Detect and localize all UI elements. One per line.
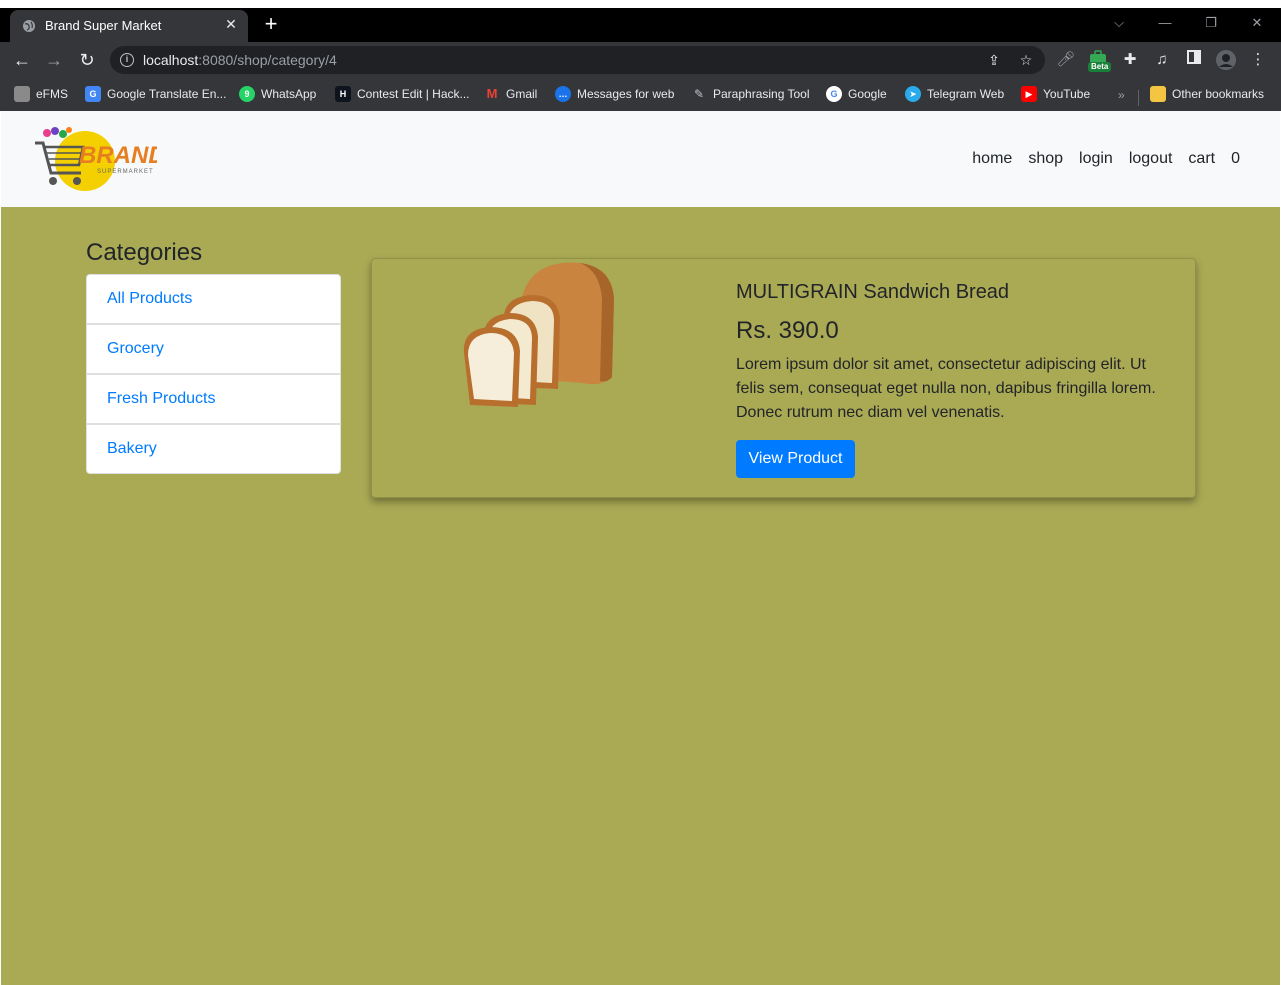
product-price: Rs. 390.0 xyxy=(736,317,839,344)
view-product-button[interactable]: View Product xyxy=(736,440,855,478)
site-info-icon[interactable]: i xyxy=(120,53,134,67)
tab-search-icon[interactable]: ⌵ xyxy=(1108,12,1130,34)
google-icon: G xyxy=(826,86,842,102)
svg-text:BRAND: BRAND xyxy=(79,142,157,169)
browser-menu-icon[interactable]: ⋮ xyxy=(1248,50,1268,70)
cart-count: 0 xyxy=(1231,150,1240,167)
profile-avatar[interactable] xyxy=(1216,50,1236,70)
category-fresh-products[interactable]: Fresh Products xyxy=(86,374,341,424)
telegram-icon: ➤ xyxy=(905,86,921,102)
tab-bar: Brand Super Market ✕ + ⌵ — ❐ ✕ xyxy=(0,8,1281,42)
url-text[interactable]: localhost:8080/shop/category/4 xyxy=(143,52,337,68)
tab-title: Brand Super Market xyxy=(45,18,162,33)
restore-button[interactable]: ❐ xyxy=(1200,12,1222,34)
bookmark-whatsapp[interactable]: 9 WhatsApp xyxy=(239,86,316,104)
bookmark-gmail[interactable]: M Gmail xyxy=(484,86,538,104)
new-tab-button[interactable]: + xyxy=(260,13,282,35)
bookmark-google[interactable]: G Google xyxy=(826,86,887,104)
bookmark-telegram[interactable]: ➤ Telegram Web xyxy=(905,86,1004,104)
nav-logout-link[interactable]: logout xyxy=(1129,149,1173,169)
bookmarks-bar: eFMS G Google Translate En... 9 WhatsApp H… xyxy=(0,78,1281,111)
product-card: MULTIGRAIN Sandwich Bread Rs. 390.0 Lore… xyxy=(371,258,1196,498)
close-tab-icon[interactable]: ✕ xyxy=(222,15,240,33)
extensions-puzzle-icon[interactable]: ✚ xyxy=(1120,50,1140,70)
quill-icon: ✎ xyxy=(693,87,705,101)
nav-login-link[interactable]: login xyxy=(1079,149,1113,169)
close-window-button[interactable]: ✕ xyxy=(1246,12,1268,34)
more-bookmarks-icon[interactable]: » xyxy=(1118,88,1125,102)
side-panel-shape xyxy=(1187,50,1201,64)
google-translate-icon: G xyxy=(85,86,101,102)
share-icon[interactable]: ⇪ xyxy=(984,50,1004,70)
address-bar[interactable]: i localhost:8080/shop/category/4 ⇪ ☆ xyxy=(110,46,1045,74)
nav-home-link[interactable]: home xyxy=(972,149,1012,169)
category-bakery[interactable]: Bakery xyxy=(86,424,341,474)
youtube-icon: ▶ xyxy=(1021,86,1037,102)
beta-badge: Beta xyxy=(1088,62,1112,72)
bookmark-star-icon[interactable]: ☆ xyxy=(1016,50,1036,70)
bread-image xyxy=(463,262,614,407)
bookmarks-divider xyxy=(1138,90,1139,106)
bookmark-messages[interactable]: … Messages for web xyxy=(555,86,674,104)
bookmark-efms[interactable]: eFMS xyxy=(14,86,68,104)
side-panel-icon[interactable] xyxy=(1184,50,1204,70)
forward-button[interactable]: → xyxy=(42,48,66,72)
messages-icon: … xyxy=(555,86,571,102)
product-description: Lorem ipsum dolor sit amet, consectetur … xyxy=(736,356,1156,421)
avatar-image xyxy=(1216,50,1236,70)
category-list: All Products Grocery Fresh Products Bake… xyxy=(86,274,341,474)
page-content: BRAND SUPERMARKET home shop login logout… xyxy=(1,111,1280,985)
product-name: MULTIGRAIN Sandwich Bread xyxy=(736,281,1010,303)
whatsapp-icon: 9 xyxy=(239,86,255,102)
other-bookmarks[interactable]: Other bookmarks xyxy=(1150,86,1264,104)
hackerrank-icon: H xyxy=(335,86,351,102)
globe-icon xyxy=(23,20,35,32)
efms-icon xyxy=(14,86,30,102)
minimize-button[interactable]: — xyxy=(1154,12,1176,34)
nav-cart-link[interactable]: cart xyxy=(1188,149,1215,169)
browser-chrome: Brand Super Market ✕ + ⌵ — ❐ ✕ ← → ↻ i l… xyxy=(0,8,1281,111)
bookmark-youtube[interactable]: ▶ YouTube xyxy=(1021,86,1090,104)
folder-icon xyxy=(1150,86,1166,102)
svg-text:SUPERMARKET: SUPERMARKET xyxy=(97,169,154,175)
browser-tab[interactable]: Brand Super Market ✕ xyxy=(10,10,248,42)
category-grocery[interactable]: Grocery xyxy=(86,324,341,374)
categories-heading: Categories xyxy=(86,239,203,266)
media-control-icon[interactable]: ♫ xyxy=(1152,50,1172,70)
bookmark-paraphrasing-tool[interactable]: ✎ Paraphrasing Tool xyxy=(691,86,810,104)
microphone-icon[interactable]: 🎤︎ xyxy=(1056,50,1076,70)
bookmark-hackerrank[interactable]: H Contest Edit | Hack... xyxy=(335,86,470,104)
nav-shop-link[interactable]: shop xyxy=(1028,149,1063,169)
bookmark-google-translate[interactable]: G Google Translate En... xyxy=(85,86,226,104)
site-navbar: BRAND SUPERMARKET home shop login logout… xyxy=(1,111,1280,207)
gmail-icon: M xyxy=(486,86,498,101)
reload-button[interactable]: ↻ xyxy=(75,48,99,72)
back-button[interactable]: ← xyxy=(10,48,34,72)
browser-toolbar: ← → ↻ i localhost:8080/shop/category/4 ⇪… xyxy=(0,42,1281,78)
category-all-products[interactable]: All Products xyxy=(86,274,341,324)
brand-logo[interactable]: BRAND SUPERMARKET xyxy=(33,125,157,193)
main-nav: home shop login logout cart 0 xyxy=(972,149,1240,169)
